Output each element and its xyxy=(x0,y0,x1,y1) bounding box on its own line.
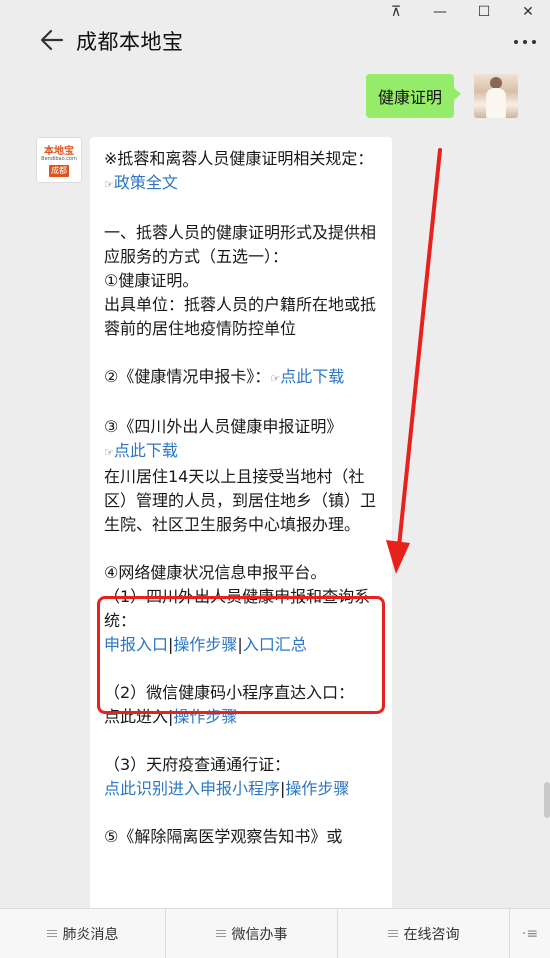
item3-detail: 在川居住14天以上且接受当地村（社区）管理的人员，到居住地乡（镇）卫生院、社区卫… xyxy=(104,467,377,534)
tianfu-steps-link[interactable]: 操作步骤 xyxy=(285,779,349,798)
item4-title: ④网络健康状况信息申报平台。 xyxy=(104,563,327,582)
declare-entry-link[interactable]: 申报入口 xyxy=(104,635,168,654)
enter-here-text: 点此进入 xyxy=(104,707,169,726)
section1-title: 一、抵蓉人员的健康证明形式及提供相应服务的方式（五选一）： xyxy=(104,223,377,266)
menu-item-label: 在线咨询 xyxy=(403,926,460,943)
bot-domain-text: Bendibao.com xyxy=(41,156,77,162)
item2-title: ②《健康情况申报卡》： xyxy=(104,367,271,386)
user-message: 健康证明 xyxy=(366,74,462,118)
item2-download-link[interactable]: 点此下载 xyxy=(280,367,344,386)
menu-item-wechat-services[interactable]: 微信办事 xyxy=(166,909,338,958)
bot-avatar[interactable]: 本地宝 Bendibao.com 成都 xyxy=(36,137,82,183)
chat-header: 成都本地宝 xyxy=(0,18,550,66)
back-arrow-icon[interactable] xyxy=(38,26,66,54)
pointing-hand-icon: ☞ xyxy=(270,372,281,385)
menu-list-icon xyxy=(387,930,398,937)
menu-item-pneumonia-news[interactable]: 肺炎消息 xyxy=(0,909,166,958)
red-arrow-icon xyxy=(386,148,442,574)
item1-detail: 出具单位：抵蓉人员的户籍所在地或抵蓉前的居住地疫情防控单位 xyxy=(104,295,377,338)
pointing-hand-icon: ☞ xyxy=(104,178,114,191)
item3-title: ③《四川外出人员健康申报证明》 xyxy=(104,417,343,436)
user-message-bubble[interactable]: 健康证明 xyxy=(366,74,462,118)
menu-item-label: 微信办事 xyxy=(231,926,288,943)
more-options-icon[interactable] xyxy=(514,40,536,44)
item4-sub3-title: （3）天府疫查通通行证： xyxy=(104,755,291,774)
menu-list-icon xyxy=(46,930,57,937)
bot-message-bubble: ※抵蓉和离蓉人员健康证明相关规定：☞政策全文 一、抵蓉人员的健康证明形式及提供相… xyxy=(90,137,392,917)
keyboard-switch-icon[interactable]: ·≡ xyxy=(510,909,550,958)
item4-sub2-title: （2）微信健康码小程序直达入口： xyxy=(104,683,355,702)
policy-full-text-link[interactable]: 政策全文 xyxy=(114,173,178,192)
scrollbar-thumb[interactable] xyxy=(544,782,550,818)
bot-city-badge: 成都 xyxy=(49,165,69,177)
bot-logo-text: 本地宝 xyxy=(44,146,74,157)
official-account-menu: 肺炎消息 微信办事 在线咨询 ·≡ xyxy=(0,908,550,958)
menu-list-icon xyxy=(215,930,226,937)
item5-partial: ⑤《解除隔离医学观察告知书》或 xyxy=(104,827,343,846)
bot-message-text: ※抵蓉和离蓉人员健康证明相关规定：☞政策全文 一、抵蓉人员的健康证明形式及提供相… xyxy=(90,137,392,849)
health-code-steps-link[interactable]: 操作步骤 xyxy=(173,707,237,726)
menu-item-online-consult[interactable]: 在线咨询 xyxy=(338,909,510,958)
steps-link[interactable]: 操作步骤 xyxy=(173,635,237,654)
pointing-hand-icon: ☞ xyxy=(104,446,114,459)
item4-sub1-title: （1）四川外出人员健康申报和查询系统： xyxy=(104,587,371,630)
chat-title: 成都本地宝 xyxy=(76,30,184,54)
user-avatar[interactable] xyxy=(474,74,518,118)
policy-intro-text: ※抵蓉和离蓉人员健康证明相关规定： xyxy=(104,149,374,168)
item1-title: ①健康证明。 xyxy=(104,271,199,290)
scan-miniprogram-link[interactable]: 点此识别进入申报小程序 xyxy=(104,779,280,798)
menu-item-label: 肺炎消息 xyxy=(62,926,119,943)
entry-summary-link[interactable]: 入口汇总 xyxy=(243,635,307,654)
item3-download-link[interactable]: 点此下载 xyxy=(114,441,178,460)
